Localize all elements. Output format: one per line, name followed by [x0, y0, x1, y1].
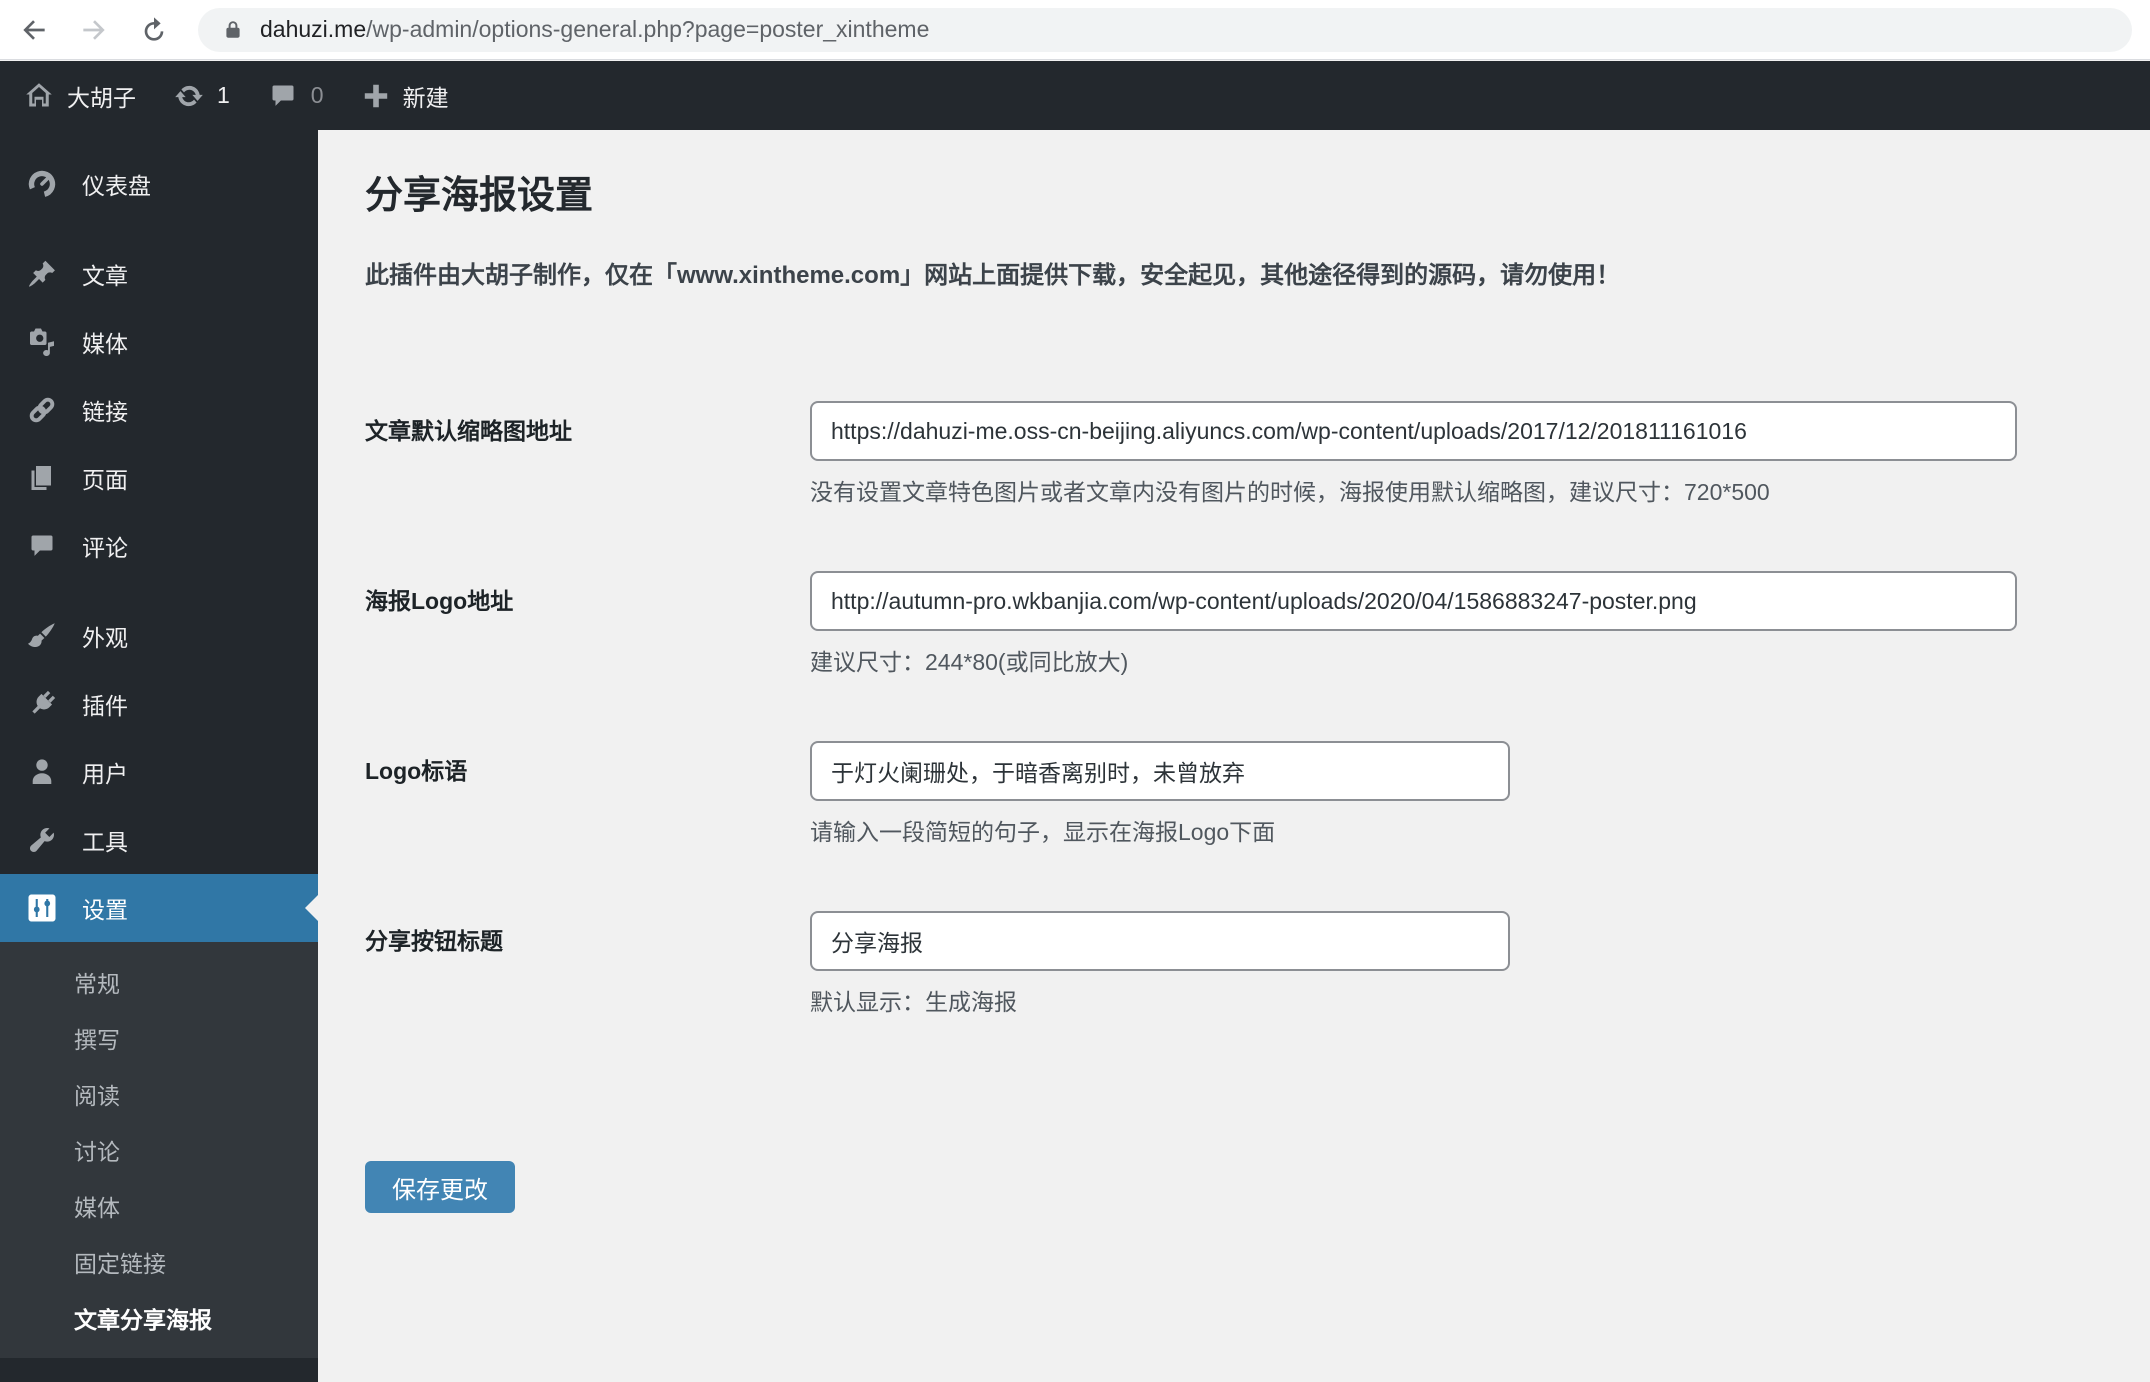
- menu-separator: [0, 580, 318, 602]
- sidebar-item-label: 链接: [82, 399, 128, 425]
- form-row-share-button-title: 分享按钮标题 默认显示：生成海报: [365, 911, 2070, 1017]
- share-button-title-input[interactable]: [810, 911, 1510, 971]
- submenu-item-permalinks[interactable]: 固定链接: [0, 1234, 318, 1290]
- field-label: Logo标语: [365, 758, 468, 784]
- sidebar-item-media[interactable]: 媒体: [0, 308, 318, 376]
- settings-icon: [28, 894, 56, 922]
- appearance-icon: [28, 623, 55, 648]
- tools-icon: [29, 828, 54, 853]
- admin-bar-site[interactable]: 大胡子: [24, 79, 136, 113]
- dashboard-icon: [28, 170, 56, 198]
- save-changes-button[interactable]: 保存更改: [365, 1161, 515, 1213]
- back-icon[interactable]: [18, 14, 50, 46]
- submenu-item-general[interactable]: 常规: [0, 954, 318, 1010]
- form-row-logo-slogan: Logo标语 请输入一段简短的句子，显示在海报Logo下面: [365, 741, 2070, 847]
- sidebar-item-label: 用户: [82, 761, 128, 787]
- plugin-notice: 此插件由大胡子制作，仅在「www.xintheme.com」网站上面提供下载，安…: [365, 262, 1621, 289]
- logo-url-input[interactable]: [810, 571, 2017, 631]
- field-help: 没有设置文章特色图片或者文章内没有图片的时候，海报使用默认缩略图，建议尺寸：72…: [810, 479, 1770, 505]
- submenu-item-discussion[interactable]: 讨论: [0, 1122, 318, 1178]
- media-icon: [30, 328, 54, 357]
- sidebar-item-label: 工具: [82, 829, 128, 855]
- sidebar-item-comments[interactable]: 评论: [0, 512, 318, 580]
- reload-icon[interactable]: [138, 14, 170, 46]
- plugins-icon: [32, 690, 56, 714]
- sidebar-item-label: 页面: [82, 467, 128, 493]
- submenu-item-reading[interactable]: 阅读: [0, 1066, 318, 1122]
- settings-submenu: 常规 撰写 阅读 讨论 媒体 固定链接 文章分享海报: [0, 942, 318, 1358]
- sidebar-item-label: 外观: [82, 625, 128, 651]
- field-help: 建议尺寸：244*80(或同比放大): [810, 649, 1129, 675]
- submenu-item-poster[interactable]: 文章分享海报: [0, 1290, 318, 1346]
- sidebar-item-dashboard[interactable]: 仪表盘: [0, 150, 318, 218]
- sidebar-item-users[interactable]: 用户: [0, 738, 318, 806]
- sidebar-item-label: 仪表盘: [82, 173, 151, 199]
- admin-bar-new[interactable]: 新建: [362, 79, 449, 113]
- new-label: 新建: [402, 84, 449, 111]
- home-icon: [26, 82, 52, 106]
- comment-bubble-icon: [272, 85, 294, 106]
- comments-count: 0: [310, 82, 324, 108]
- plus-icon: [364, 84, 387, 107]
- admin-sidebar: 仪表盘 文章 媒体 链接 页面 评论 外观 插件 用户 工具 设置 常规 撰写 …: [0, 130, 318, 1382]
- sidebar-item-label: 设置: [82, 897, 128, 923]
- wp-admin-bar: 大胡子 1 0 新建: [0, 61, 2150, 130]
- lock-icon: [226, 20, 240, 38]
- post-pin-icon: [29, 260, 55, 287]
- thumbnail-url-input[interactable]: [810, 401, 2017, 461]
- admin-menu: 仪表盘 文章 媒体 链接 页面 评论 外观 插件 用户 工具 设置 常规 撰写 …: [0, 130, 318, 1358]
- page-title: 分享海报设置: [365, 175, 594, 217]
- sidebar-item-label: 插件: [82, 693, 128, 719]
- sidebar-item-appearance[interactable]: 外观: [0, 602, 318, 670]
- submenu-item-writing[interactable]: 撰写: [0, 1010, 318, 1066]
- sidebar-item-links[interactable]: 链接: [0, 376, 318, 444]
- form-row-thumbnail-url: 文章默认缩略图地址 没有设置文章特色图片或者文章内没有图片的时候，海报使用默认缩…: [365, 401, 2070, 507]
- pages-icon: [31, 466, 51, 490]
- admin-bar-comments[interactable]: 0: [268, 81, 324, 111]
- active-menu-arrow: [305, 895, 318, 921]
- sidebar-item-label: 评论: [82, 535, 128, 561]
- browser-toolbar: dahuzi.me/wp-admin/options-general.php?p…: [0, 0, 2150, 60]
- admin-bar-updates[interactable]: 1: [174, 81, 230, 111]
- updates-icon: [175, 85, 203, 106]
- sidebar-item-plugins[interactable]: 插件: [0, 670, 318, 738]
- field-label: 海报Logo地址: [365, 588, 514, 614]
- sidebar-item-label: 文章: [82, 263, 128, 289]
- sidebar-item-label: 媒体: [82, 331, 128, 357]
- settings-page: 分享海报设置 此插件由大胡子制作，仅在「www.xintheme.com」网站上…: [318, 130, 2150, 1382]
- field-help: 默认显示：生成海报: [810, 989, 1017, 1015]
- url-host: dahuzi.me: [260, 16, 367, 42]
- field-label: 分享按钮标题: [365, 928, 503, 954]
- field-help: 请输入一段简短的句子，显示在海报Logo下面: [810, 819, 1276, 845]
- sidebar-item-tools[interactable]: 工具: [0, 806, 318, 874]
- logo-slogan-input[interactable]: [810, 741, 1510, 801]
- url-text: dahuzi.me/wp-admin/options-general.php?p…: [260, 16, 929, 43]
- field-label: 文章默认缩略图地址: [365, 418, 572, 444]
- sidebar-item-settings[interactable]: 设置: [0, 874, 318, 942]
- sidebar-item-pages[interactable]: 页面: [0, 444, 318, 512]
- links-icon: [29, 397, 55, 423]
- address-bar[interactable]: dahuzi.me/wp-admin/options-general.php?p…: [198, 7, 2132, 52]
- updates-count: 1: [217, 82, 230, 108]
- users-icon: [32, 759, 52, 784]
- sidebar-item-posts[interactable]: 文章: [0, 240, 318, 308]
- admin-bar-site-label: 大胡子: [67, 84, 136, 111]
- submenu-item-media[interactable]: 媒体: [0, 1178, 318, 1234]
- form-row-logo-url: 海报Logo地址 建议尺寸：244*80(或同比放大): [365, 571, 2070, 677]
- settings-form: 文章默认缩略图地址 没有设置文章特色图片或者文章内没有图片的时候，海报使用默认缩…: [365, 401, 2070, 1213]
- forward-icon[interactable]: [78, 14, 110, 46]
- comments-icon: [31, 535, 53, 556]
- menu-separator: [0, 218, 318, 240]
- url-path: /wp-admin/options-general.php?page=poste…: [366, 16, 930, 42]
